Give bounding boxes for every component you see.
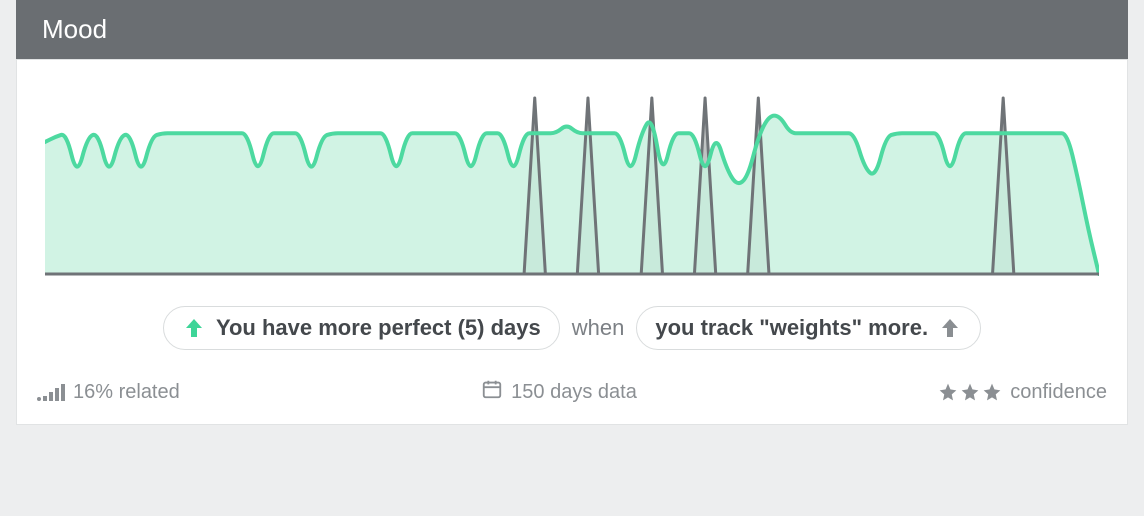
card-title: Mood <box>42 14 107 44</box>
card-header: Mood <box>16 0 1128 59</box>
card-body: You have more perfect (5) days when you … <box>16 59 1128 425</box>
insight-sentence: You have more perfect (5) days when you … <box>17 278 1127 370</box>
signal-bars-icon <box>37 384 65 401</box>
arrow-up-icon <box>938 316 962 340</box>
confidence-stars <box>938 382 1002 402</box>
days-text: 150 days data <box>511 381 637 404</box>
insight-connector: when <box>572 315 625 341</box>
confidence-stat: confidence <box>938 381 1107 404</box>
star-icon <box>938 382 958 402</box>
confidence-text: confidence <box>1010 381 1107 404</box>
related-stat: 16% related <box>37 381 180 404</box>
related-text: 16% related <box>73 381 180 404</box>
calendar-icon <box>481 378 503 406</box>
insight-card: Mood You have more perfect (5) days when… <box>0 0 1144 425</box>
mood-chart <box>45 88 1099 278</box>
star-icon <box>982 382 1002 402</box>
chart-area <box>17 60 1127 278</box>
star-icon <box>960 382 980 402</box>
insight-left-text: You have more perfect (5) days <box>216 315 541 341</box>
days-stat: 150 days data <box>481 378 637 406</box>
insight-pill-right[interactable]: you track "weights" more. <box>636 306 981 350</box>
arrow-up-icon <box>182 316 206 340</box>
insight-pill-left[interactable]: You have more perfect (5) days <box>163 306 560 350</box>
insight-right-text: you track "weights" more. <box>655 315 928 341</box>
card-footer: 16% related 150 days data confidence <box>17 370 1127 424</box>
